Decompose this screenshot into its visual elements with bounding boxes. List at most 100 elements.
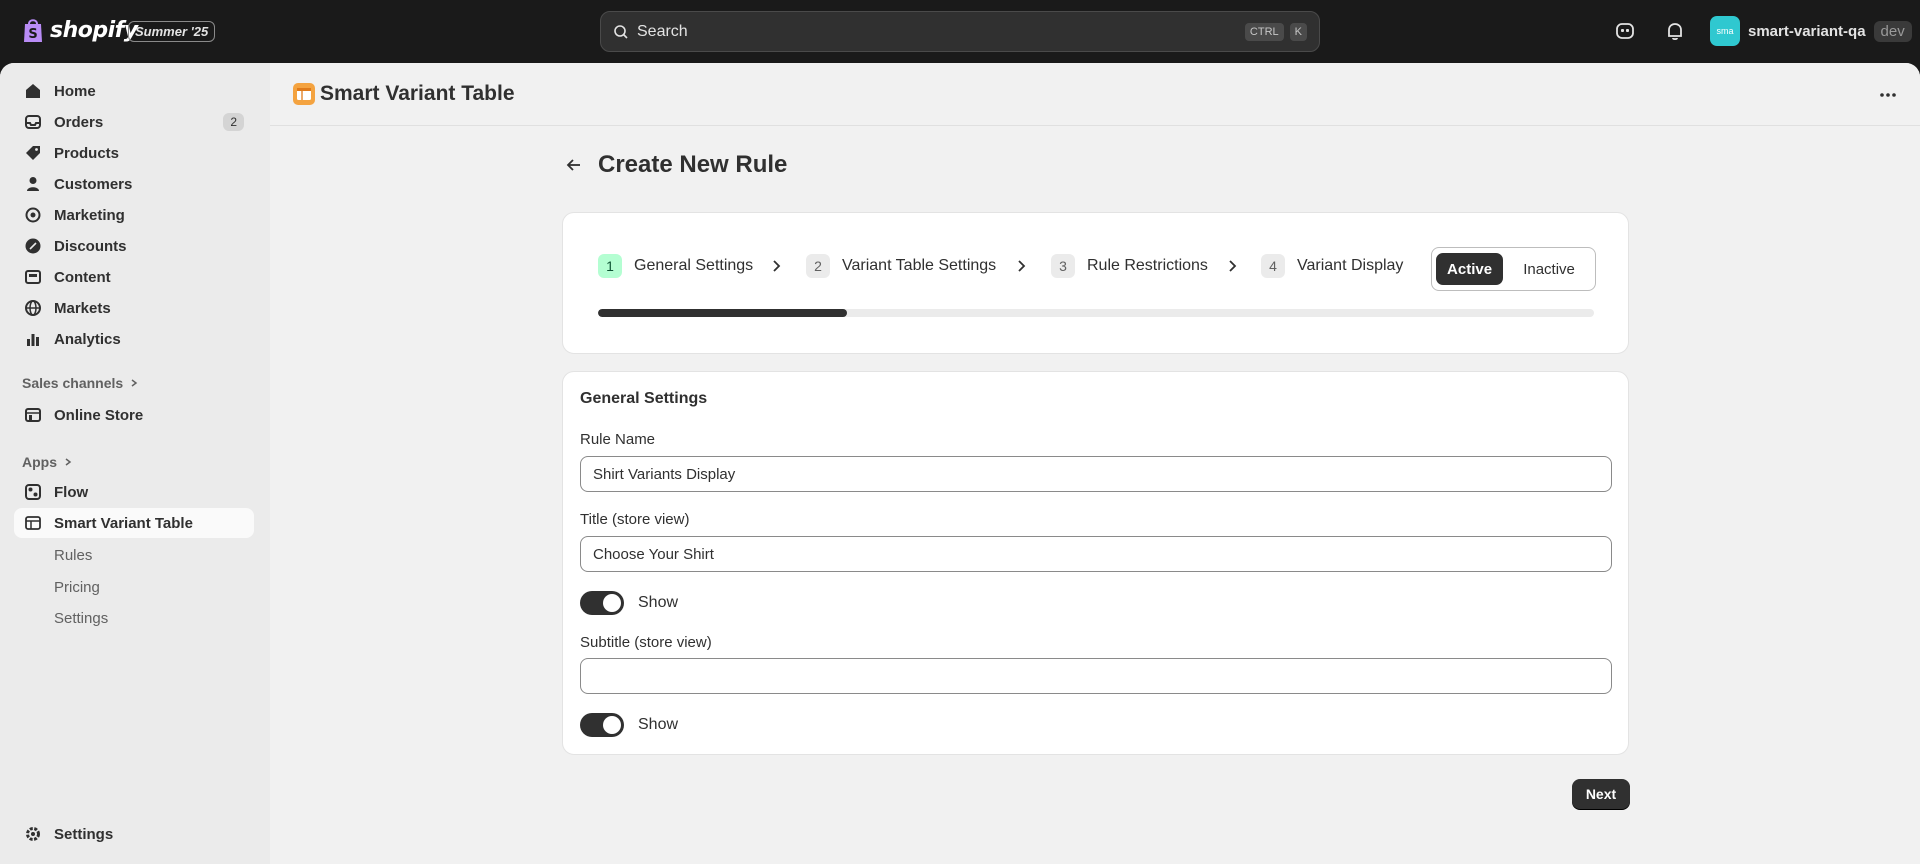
sidebar-subitem-settings[interactable]: Settings: [54, 610, 108, 627]
step-number: 2: [806, 254, 830, 278]
sidebar-item-label: Analytics: [54, 330, 121, 348]
sidebar-item-smart-variant-table[interactable]: Smart Variant Table: [14, 508, 254, 538]
step-variant-display[interactable]: 4 Variant Display: [1261, 254, 1403, 278]
sidebar-item-markets[interactable]: Markets: [14, 293, 254, 323]
inbox-icon: [25, 115, 41, 129]
step-progress-bar: [598, 309, 1594, 317]
admin-frame: Home Orders 2 Products Customers Marketi…: [0, 63, 1920, 864]
sidebar-item-label: Customers: [54, 175, 133, 193]
sidebar-item-home[interactable]: Home: [14, 76, 254, 106]
subtitle-input[interactable]: [580, 658, 1612, 694]
shortcut-k: K: [1289, 22, 1307, 41]
subtitle-show-toggle[interactable]: [580, 713, 624, 737]
sidebar-item-label: Smart Variant Table: [54, 514, 193, 532]
dev-badge: dev: [1873, 20, 1912, 42]
status-active-button[interactable]: Active: [1436, 253, 1504, 285]
sidebar: Home Orders 2 Products Customers Marketi…: [0, 63, 270, 864]
chevron-right-icon: [65, 458, 72, 466]
sidekick-icon[interactable]: [1614, 20, 1636, 42]
sidebar-item-label: Marketing: [54, 206, 125, 224]
rule-name-value: Shirt Variants Display: [593, 465, 736, 483]
search-icon: [614, 24, 628, 39]
home-icon: [26, 84, 40, 98]
sidebar-item-label: Flow: [54, 483, 89, 501]
step-general-settings[interactable]: 1 General Settings: [598, 254, 753, 278]
title-show-label: Show: [638, 594, 679, 611]
subtitle-show-label: Show: [638, 716, 679, 733]
sidebar-item-orders[interactable]: Orders 2: [14, 107, 254, 137]
steps-card: 1 General Settings 2 Variant Table Setti…: [562, 212, 1629, 354]
rule-name-label: Rule Name: [580, 431, 656, 448]
shopify-logo[interactable]: S shopify: [22, 17, 138, 43]
chevron-right-icon: [1229, 260, 1237, 272]
flow-icon: [25, 484, 41, 500]
sidebar-item-marketing[interactable]: Marketing: [14, 200, 254, 230]
sidebar-item-content[interactable]: Content: [14, 262, 254, 292]
title-label: Title (store view): [580, 511, 690, 528]
title-value: Choose Your Shirt: [593, 545, 714, 563]
page-content: Create New Rule 1 General Settings 2 Var…: [270, 126, 1920, 864]
chevron-right-icon: [1018, 260, 1026, 272]
more-actions-icon[interactable]: [1878, 87, 1898, 103]
sidebar-item-analytics[interactable]: Analytics: [14, 324, 254, 354]
sidebar-item-label: Home: [54, 82, 96, 100]
sidebar-sales-channels[interactable]: Sales channels: [22, 375, 139, 391]
sidebar-subitem-rules[interactable]: Rules: [54, 547, 92, 564]
sidebar-section-label: Apps: [22, 454, 57, 470]
store-avatar: sma: [1710, 16, 1740, 46]
table-app-icon: [25, 516, 41, 530]
top-bar: S shopify Summer '25 Search CTRL K sma s…: [0, 0, 1920, 63]
step-number: 1: [598, 254, 622, 278]
shopify-bag-icon: S: [24, 19, 42, 42]
sidebar-item-online-store[interactable]: Online Store: [14, 400, 254, 430]
sidebar-item-label: Orders: [54, 113, 104, 131]
back-arrow-icon[interactable]: [564, 155, 584, 175]
store-icon: [25, 408, 41, 422]
bell-icon[interactable]: [1664, 20, 1686, 42]
sidebar-item-customers[interactable]: Customers: [14, 169, 254, 199]
step-label: Variant Table Settings: [842, 257, 997, 274]
store-name: smart-variant-qa: [1748, 22, 1866, 40]
chart-icon: [27, 334, 39, 346]
chevron-right-icon: [131, 379, 138, 387]
app-logo-icon: [293, 83, 315, 105]
sidebar-item-flow[interactable]: Flow: [14, 477, 254, 507]
status-inactive-button[interactable]: Inactive: [1507, 253, 1591, 285]
status-toggle: Active Inactive: [1431, 247, 1596, 291]
sidebar-apps[interactable]: Apps: [22, 454, 73, 470]
sidebar-item-settings[interactable]: Settings: [14, 819, 254, 849]
subtitle-show-row: Show: [580, 713, 678, 737]
section-title: General Settings: [580, 390, 708, 407]
svg-text:S: S: [28, 27, 37, 42]
title-input[interactable]: Choose Your Shirt: [580, 536, 1612, 572]
target-icon: [25, 207, 41, 223]
next-button[interactable]: Next: [1572, 779, 1630, 809]
sidebar-item-label: Content: [54, 268, 111, 286]
title-show-toggle[interactable]: [580, 591, 624, 615]
sidebar-item-products[interactable]: Products: [14, 138, 254, 168]
sidebar-item-discounts[interactable]: Discounts: [14, 231, 254, 261]
shopify-wordmark: shopify: [50, 17, 138, 43]
search-input[interactable]: Search CTRL K: [600, 11, 1320, 52]
title-show-row: Show: [580, 591, 678, 615]
page-title-row: Create New Rule: [564, 151, 787, 179]
discount-icon: [25, 238, 41, 254]
rule-name-input[interactable]: Shirt Variants Display: [580, 456, 1612, 492]
edition-badge[interactable]: Summer '25: [128, 21, 216, 42]
sidebar-item-label: Online Store: [54, 406, 144, 424]
app-header: Smart Variant Table: [270, 63, 1920, 126]
step-label: Rule Restrictions: [1087, 257, 1208, 274]
step-progress-fill: [598, 309, 847, 317]
globe-icon: [25, 300, 41, 316]
app-title: Smart Variant Table: [320, 82, 515, 105]
page-title: Create New Rule: [598, 151, 788, 178]
step-variant-table-settings[interactable]: 2 Variant Table Settings: [806, 254, 996, 278]
sidebar-item-label: Products: [54, 144, 120, 162]
gear-icon: [26, 827, 40, 841]
shortcut-ctrl: CTRL: [1244, 22, 1284, 41]
chevron-right-icon: [773, 260, 781, 272]
sidebar-subitem-pricing[interactable]: Pricing: [54, 579, 100, 596]
step-number: 3: [1051, 254, 1075, 278]
step-rule-restrictions[interactable]: 3 Rule Restrictions: [1051, 254, 1208, 278]
store-menu[interactable]: sma smart-variant-qa dev: [1710, 16, 1912, 46]
